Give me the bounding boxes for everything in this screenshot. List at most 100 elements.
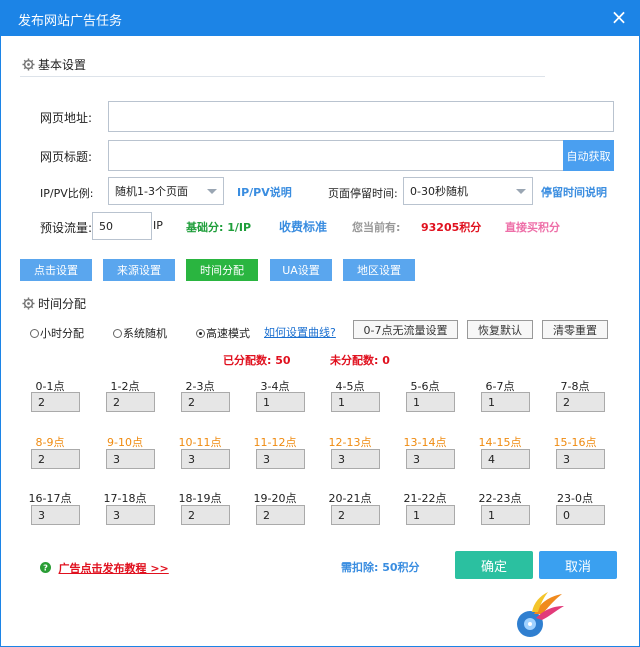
chevron-down-icon — [207, 189, 217, 194]
close-icon[interactable]: × — [608, 6, 630, 28]
cancel-button[interactable]: 取消 — [539, 551, 617, 579]
hour-slot-input[interactable]: 2 — [331, 505, 380, 525]
hour-slot-input[interactable]: 2 — [256, 505, 305, 525]
no-traffic-0-7-button[interactable]: 0-7点无流量设置 — [353, 320, 458, 339]
hour-slot-input[interactable]: 2 — [181, 505, 230, 525]
hour-slot-label: 23-0点 — [557, 492, 593, 505]
stay-time-select[interactable]: 0-30秒随机 — [403, 177, 533, 205]
tab-region-settings[interactable]: 地区设置 — [343, 259, 415, 281]
tab-source-settings[interactable]: 来源设置 — [103, 259, 175, 281]
title-bar: 发布网站广告任务 × — [0, 0, 640, 36]
hour-slot-input[interactable]: 1 — [406, 505, 455, 525]
basic-settings-title: 基本设置 — [38, 58, 87, 72]
hour-slot-label: 19-20点 — [253, 492, 297, 505]
ok-button[interactable]: 确定 — [455, 551, 533, 579]
mode-random-label: 系统随机 — [123, 327, 167, 340]
hour-slot-label: 13-14点 — [403, 436, 447, 449]
mode-random[interactable]: 系统随机 — [113, 325, 167, 341]
hour-slot-label: 22-23点 — [478, 492, 522, 505]
current-points-label: 您当前有: — [352, 221, 401, 234]
hour-slot-label: 20-21点 — [328, 492, 372, 505]
traffic-unit: IP — [153, 219, 163, 232]
page-title-input[interactable] — [108, 140, 564, 171]
hour-slot-input[interactable]: 1 — [481, 392, 530, 412]
hour-slot-label: 14-15点 — [478, 436, 522, 449]
traffic-label: 预设流量: — [40, 221, 93, 235]
hour-slot-input[interactable]: 4 — [481, 449, 530, 469]
gear-icon — [22, 58, 35, 71]
base-score: 基础分: 1/IP — [186, 221, 252, 234]
hour-slot-input[interactable]: 2 — [31, 449, 80, 469]
assigned-count: 已分配数: 50 — [223, 354, 291, 367]
hour-slot-label: 11-12点 — [253, 436, 297, 449]
hour-slot-input[interactable]: 3 — [556, 449, 605, 469]
restore-default-button[interactable]: 恢复默认 — [467, 320, 533, 339]
hour-slot-input[interactable]: 2 — [31, 392, 80, 412]
app-logo-icon — [517, 592, 564, 637]
time-allocation-title: 时间分配 — [38, 297, 87, 311]
mode-hourly-label: 小时分配 — [40, 327, 84, 340]
hour-slot-input[interactable]: 3 — [406, 449, 455, 469]
hour-slot-input[interactable]: 1 — [256, 392, 305, 412]
url-input[interactable] — [108, 101, 614, 132]
hour-slot-input[interactable]: 0 — [556, 505, 605, 525]
time-allocation-heading: 时间分配 — [22, 295, 86, 312]
fee-standard-link[interactable]: 收费标准 — [279, 218, 327, 235]
stay-time-selected-value: 0-30秒随机 — [410, 185, 468, 198]
hour-slot-label: 21-22点 — [403, 492, 447, 505]
auto-fetch-button[interactable]: 自动获取 — [563, 140, 614, 171]
hour-slot-input[interactable]: 1 — [406, 392, 455, 412]
hour-slot-input[interactable]: 2 — [556, 392, 605, 412]
unassigned-count: 未分配数: 0 — [330, 354, 390, 367]
hour-slot-label: 9-10点 — [107, 436, 143, 449]
divider — [20, 76, 545, 77]
tutorial-link-text: 广告点击发布教程 >> — [58, 562, 169, 575]
mode-hourly[interactable]: 小时分配 — [30, 325, 84, 341]
page-title-label: 网页标题: — [40, 150, 93, 164]
hour-slot-label: 8-9点 — [35, 436, 65, 449]
hour-slot-input[interactable]: 1 — [331, 392, 380, 412]
mode-highspeed-label: 高速模式 — [206, 327, 250, 340]
stay-time-label: 页面停留时间: — [328, 187, 398, 200]
curve-help-link[interactable]: 如何设置曲线? — [264, 324, 336, 340]
hour-slot-input[interactable]: 2 — [181, 392, 230, 412]
hour-slot-input[interactable]: 2 — [106, 392, 155, 412]
hour-slot-label: 16-17点 — [28, 492, 72, 505]
hour-slot-label: 12-13点 — [328, 436, 372, 449]
mode-highspeed[interactable]: 高速模式 — [196, 325, 250, 341]
hour-slot-input[interactable]: 1 — [481, 505, 530, 525]
svg-text:?: ? — [43, 562, 48, 572]
tab-time-allocation[interactable]: 时间分配 — [186, 259, 258, 281]
window-title: 发布网站广告任务 — [18, 14, 123, 29]
ippv-select[interactable]: 随机1-3个页面 — [108, 177, 224, 205]
tab-click-settings[interactable]: 点击设置 — [20, 259, 92, 281]
ippv-selected-value: 随机1-3个页面 — [115, 185, 188, 198]
basic-settings-heading: 基本设置 — [22, 56, 86, 73]
ippv-label: IP/PV比例: — [40, 187, 94, 200]
hour-slot-input[interactable]: 3 — [256, 449, 305, 469]
hour-slot-input[interactable]: 3 — [31, 505, 80, 525]
hour-slot-input[interactable]: 3 — [331, 449, 380, 469]
hour-slot-input[interactable]: 3 — [181, 449, 230, 469]
deduct-points: 需扣除: 50积分 — [341, 561, 420, 574]
tutorial-link[interactable]: ? 广告点击发布教程 >> — [40, 560, 169, 576]
url-label: 网页地址: — [40, 111, 93, 125]
ippv-help-link[interactable]: IP/PV说明 — [237, 184, 292, 200]
hour-slot-input[interactable]: 3 — [106, 505, 155, 525]
clear-reset-button[interactable]: 清零重置 — [542, 320, 608, 339]
chevron-down-icon — [516, 189, 526, 194]
hour-slot-label: 18-19点 — [178, 492, 222, 505]
hour-slot-label: 10-11点 — [178, 436, 222, 449]
stay-time-help-link[interactable]: 停留时间说明 — [541, 184, 607, 200]
hour-slot-label: 17-18点 — [103, 492, 147, 505]
radio-selected-icon — [196, 329, 205, 338]
hour-slot-input[interactable]: 3 — [106, 449, 155, 469]
traffic-input[interactable]: 50 — [92, 212, 152, 240]
current-points: 93205积分 — [421, 221, 482, 234]
radio-icon — [30, 329, 39, 338]
help-circle-icon: ? — [40, 562, 51, 573]
gear-icon — [22, 297, 35, 310]
buy-points-link[interactable]: 直接买积分 — [505, 219, 560, 235]
hour-slot-label: 15-16点 — [553, 436, 597, 449]
tab-ua-settings[interactable]: UA设置 — [270, 259, 332, 281]
